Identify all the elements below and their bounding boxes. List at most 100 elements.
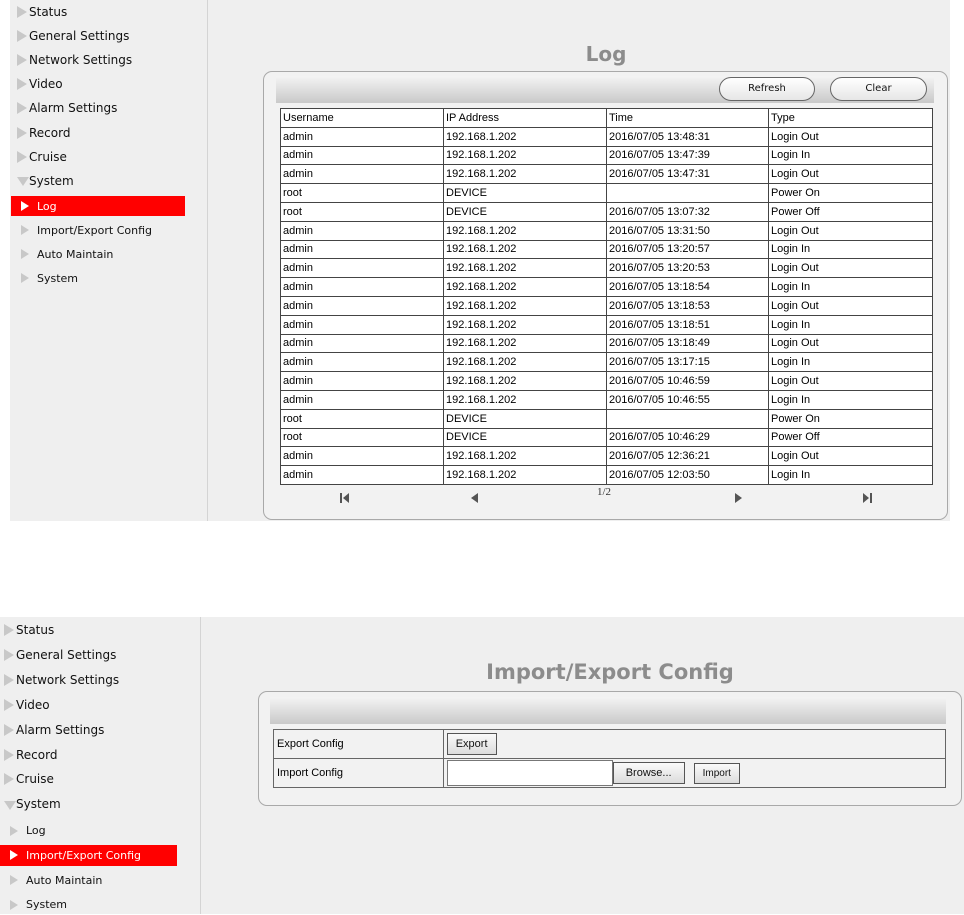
sidebar-subitem-auto-maintain[interactable]: Auto Maintain [0, 870, 177, 891]
cell-time: 2016/07/05 13:47:39 [606, 145, 769, 166]
column-header-ip-address: IP Address [443, 108, 607, 128]
cell-username: root [280, 427, 444, 448]
last-page-button[interactable] [863, 488, 872, 507]
import-config-label: Import Config [273, 758, 444, 788]
sidebar-item-alarm-settings[interactable]: Alarm Settings [4, 723, 104, 737]
sidebar-item-system[interactable]: System [4, 797, 61, 811]
log-table: Username IP Address Time Type admin 192.1… [280, 108, 933, 485]
next-page-icon [735, 493, 742, 503]
sidebar-subitem-import-export-config[interactable]: Import/Export Config [11, 220, 185, 240]
table-row: root DEVICE 2016/07/05 10:46:29 Power Off [280, 427, 933, 448]
import-button[interactable]: Import [693, 762, 740, 784]
export-config-cell: Export [442, 729, 947, 759]
sidebar-item-record[interactable]: Record [17, 126, 70, 140]
cell-ip-address: 192.168.1.202 [443, 333, 607, 354]
table-row: admin 192.168.1.202 2016/07/05 12:03:50 Log… [280, 465, 933, 485]
sidebar-item-status[interactable]: Status [4, 623, 54, 637]
cell-time: 2016/07/05 13:17:15 [606, 352, 769, 373]
sidebar-subitem-system[interactable]: System [0, 894, 177, 915]
cell-type: Login Out [768, 258, 933, 279]
sidebar-item-label: Video [29, 77, 63, 92]
cell-ip-address: DEVICE [443, 201, 607, 222]
sidebar-item-label: Alarm Settings [29, 101, 118, 116]
sidebar-subitem-label: System [37, 271, 79, 285]
sidebar-subitem-label: System [26, 898, 68, 912]
sidebar-item-network-settings[interactable]: Network Settings [4, 673, 119, 687]
expanded-arrow-icon [17, 177, 29, 187]
sidebar-item-system[interactable]: System [17, 174, 74, 188]
cell-type: Login In [768, 465, 933, 485]
config-toolbar [270, 697, 946, 724]
collapsed-arrow-icon [4, 673, 14, 686]
sidebar-item-network-settings[interactable]: Network Settings [17, 53, 132, 67]
cell-time: 2016/07/05 12:03:50 [606, 465, 769, 485]
clear-button[interactable]: Clear [830, 77, 927, 101]
sidebar-subitem-log[interactable]: Log [0, 820, 177, 841]
cell-type: Login In [768, 239, 933, 260]
sidebar-subitem-label: Import/Export Config [26, 848, 142, 862]
export-button[interactable]: Export [446, 733, 497, 755]
sidebar-subitem-label: Log [37, 199, 57, 213]
cell-ip-address: 192.168.1.202 [443, 220, 607, 241]
sidebar-item-label: Cruise [29, 149, 67, 164]
first-page-button[interactable] [340, 488, 349, 507]
browse-button[interactable]: Browse... [612, 761, 685, 784]
cell-username: admin [280, 314, 444, 335]
table-row: admin 192.168.1.202 2016/07/05 13:20:53 Log… [280, 258, 933, 279]
cell-ip-address: DEVICE [443, 408, 607, 429]
sidebar-item-video[interactable]: Video [4, 698, 50, 712]
cell-ip-address: DEVICE [443, 427, 607, 448]
cell-username: admin [280, 389, 444, 410]
sidebar-item-cruise[interactable]: Cruise [17, 150, 67, 164]
sidebar-item-label: Status [16, 623, 55, 637]
sidebar-item-label: Cruise [16, 772, 54, 787]
cell-ip-address: 192.168.1.202 [443, 277, 607, 297]
cell-time [606, 408, 769, 429]
cell-username: admin [280, 126, 444, 147]
arrow-icon [10, 899, 18, 910]
sidebar-subitem-auto-maintain[interactable]: Auto Maintain [11, 244, 185, 264]
cell-username: admin [280, 277, 444, 297]
collapsed-arrow-icon [4, 698, 14, 711]
file-path-input[interactable] [446, 760, 613, 786]
table-header-row: Username IP Address Time Type [280, 108, 933, 128]
sidebar-subitem-label: Import/Export Config [37, 223, 153, 237]
refresh-button[interactable]: Refresh [719, 77, 815, 101]
collapsed-arrow-icon [4, 723, 14, 736]
sidebar-item-status[interactable]: Status [17, 5, 67, 19]
collapsed-arrow-icon [17, 150, 27, 163]
sidebar-subitem-import-export-config[interactable]: Import/Export Config [0, 844, 177, 866]
sidebar-item-cruise[interactable]: Cruise [4, 772, 54, 786]
table-row: admin 192.168.1.202 2016/07/05 13:47:31 Log… [280, 164, 933, 185]
table-row: admin 192.168.1.202 2016/07/05 13:31:50 Log… [280, 220, 933, 241]
import-config-row: Import Config Browse... Import [273, 758, 947, 788]
prev-page-button[interactable] [471, 488, 478, 507]
sidebar-item-general-settings[interactable]: General Settings [17, 29, 129, 43]
next-page-button[interactable] [735, 488, 742, 507]
export-config-label: Export Config [273, 729, 444, 759]
cell-username: admin [280, 352, 444, 373]
cell-type: Power On [768, 408, 933, 429]
sidebar-item-video[interactable]: Video [17, 77, 63, 91]
collapsed-arrow-icon [17, 126, 27, 139]
sidebar-item-record[interactable]: Record [4, 748, 57, 762]
cell-type: Login Out [768, 446, 933, 467]
sidebar-divider [207, 0, 208, 521]
cell-username: admin [280, 371, 444, 391]
arrow-icon [21, 201, 29, 211]
sidebar-item-alarm-settings[interactable]: Alarm Settings [17, 101, 117, 115]
sidebar-item-general-settings[interactable]: General Settings [4, 648, 116, 662]
sidebar-subitem-system[interactable]: System [11, 268, 185, 288]
cell-username: root [280, 201, 444, 222]
table-row: admin 192.168.1.202 2016/07/05 13:18:54 Log… [280, 277, 933, 297]
cell-type: Login Out [768, 126, 933, 147]
expanded-arrow-icon [4, 800, 16, 810]
cell-type: Power Off [768, 427, 933, 448]
cell-time: 2016/07/05 13:20:53 [606, 258, 769, 279]
config-table: Export Config Export Import Config Brows… [273, 729, 947, 788]
sidebar-subitem-log[interactable]: Log [11, 196, 185, 216]
cell-type: Login Out [768, 371, 933, 391]
cell-time: 2016/07/05 13:48:31 [606, 126, 769, 147]
cell-ip-address: 192.168.1.202 [443, 389, 607, 410]
first-page-icon [340, 493, 349, 503]
